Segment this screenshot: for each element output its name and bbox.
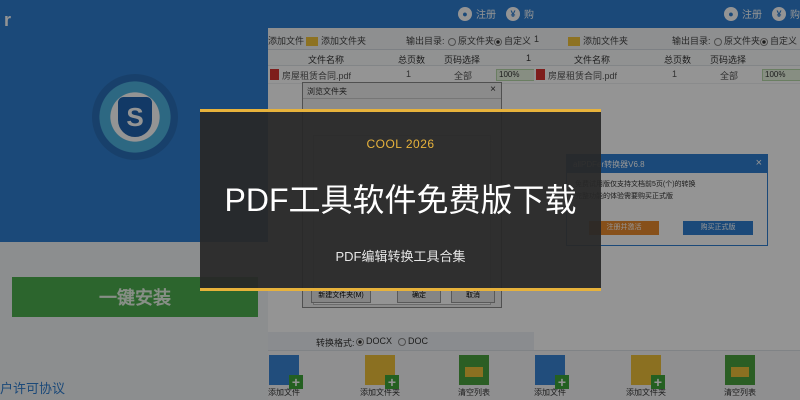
banner-kicker: COOL 2026 bbox=[366, 137, 435, 151]
banner-headline: PDF工具软件免费版下载 bbox=[224, 182, 577, 218]
promo-banner: COOL 2026 PDF工具软件免费版下载 PDF编辑转换工具合集 bbox=[200, 109, 601, 291]
banner-top-rule bbox=[200, 109, 601, 112]
banner-subtitle: PDF编辑转换工具合集 bbox=[335, 249, 466, 264]
banner-bottom-rule bbox=[200, 288, 601, 291]
